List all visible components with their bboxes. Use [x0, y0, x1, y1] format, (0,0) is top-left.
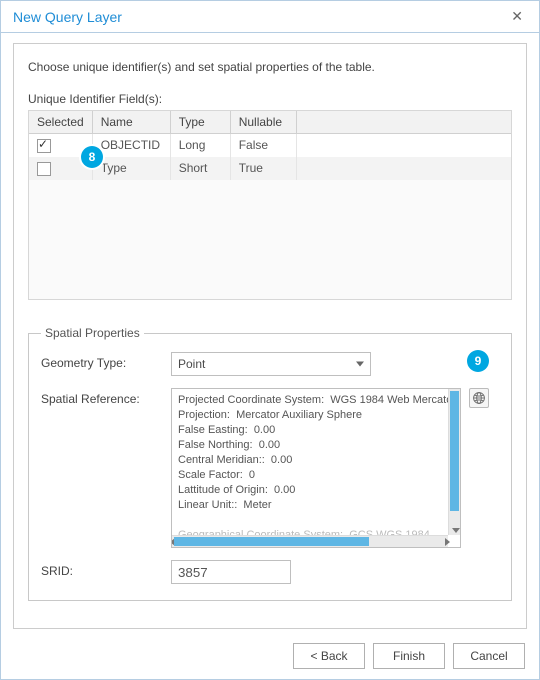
browse-spatial-reference-button[interactable] — [469, 388, 489, 408]
checkbox-row-1[interactable] — [37, 162, 51, 176]
dialog-content: Choose unique identifier(s) and set spat… — [13, 43, 527, 629]
cell-name: Type — [92, 157, 170, 180]
horizontal-scrollbar[interactable] — [172, 535, 448, 547]
callout-8: 8 — [81, 146, 103, 168]
cell-nullable: True — [230, 157, 296, 180]
vertical-scrollbar[interactable] — [448, 389, 460, 535]
uid-section-label: Unique Identifier Field(s): — [28, 92, 512, 106]
col-selected[interactable]: Selected — [29, 111, 92, 134]
back-button[interactable]: < Back — [293, 643, 365, 669]
spatial-reference-text: Projected Coordinate System: WGS 1984 We… — [178, 393, 446, 533]
checkbox-row-0[interactable] — [37, 139, 51, 153]
spatial-properties-group: Spatial Properties Geometry Type: Point … — [28, 326, 512, 601]
srid-label: SRID: — [41, 560, 171, 578]
cell-type: Short — [170, 157, 230, 180]
geometry-type-label: Geometry Type: — [41, 352, 171, 370]
chevron-down-icon — [356, 362, 364, 367]
spatial-ref-label: Spatial Reference: — [41, 388, 171, 406]
callout-9: 9 — [467, 350, 489, 372]
col-type[interactable]: Type — [170, 111, 230, 134]
uid-table-header: Selected Name Type Nullable — [29, 111, 511, 134]
spatial-legend: Spatial Properties — [41, 326, 144, 340]
srid-input[interactable] — [171, 560, 291, 584]
scroll-down-icon — [452, 528, 460, 533]
cancel-button[interactable]: Cancel — [453, 643, 525, 669]
globe-icon — [472, 391, 486, 405]
dialog-footer: < Back Finish Cancel — [293, 643, 525, 669]
instruction-text: Choose unique identifier(s) and set spat… — [28, 60, 512, 74]
cell-name: OBJECTID — [92, 134, 170, 157]
vertical-scrollbar-thumb[interactable] — [450, 391, 459, 511]
scroll-right-icon — [445, 538, 450, 546]
close-icon[interactable]: ✕ — [505, 6, 529, 27]
geometry-type-select[interactable]: Point — [171, 352, 371, 376]
cell-type: Long — [170, 134, 230, 157]
col-nullable[interactable]: Nullable — [230, 111, 296, 134]
col-name[interactable]: Name — [92, 111, 170, 134]
cell-nullable: False — [230, 134, 296, 157]
finish-button[interactable]: Finish — [373, 643, 445, 669]
horizontal-scrollbar-thumb[interactable] — [174, 537, 369, 546]
geometry-type-value: Point — [178, 357, 205, 371]
window-title: New Query Layer — [13, 9, 122, 25]
uid-table: Selected Name Type Nullable OBJECTID Lon… — [28, 110, 512, 300]
spatial-reference-box[interactable]: Projected Coordinate System: WGS 1984 We… — [171, 388, 461, 548]
titlebar: New Query Layer ✕ — [1, 1, 539, 33]
col-spacer — [296, 111, 511, 134]
